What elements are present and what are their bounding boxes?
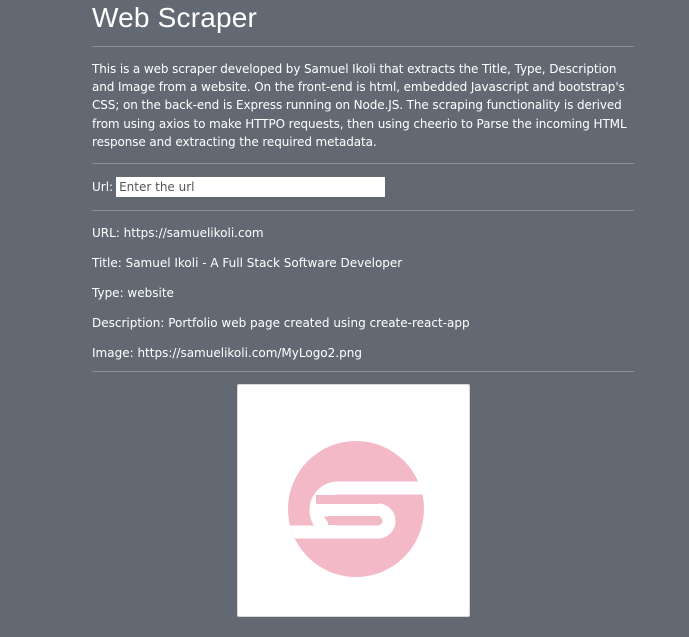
url-form: Url: (92, 164, 634, 210)
result-title: Title: Samuel Ikoli - A Full Stack Softw… (92, 256, 403, 271)
divider (92, 371, 634, 373)
results-panel: URL: https://samuelikoli.com Title: Samu… (92, 211, 634, 375)
url-input[interactable] (116, 177, 386, 198)
page-title: Web Scraper (92, 2, 258, 33)
divider (92, 46, 634, 47)
result-url: URL: https://samuelikoli.com (92, 226, 264, 241)
preview-image (237, 384, 470, 617)
result-type: Type: website (92, 286, 174, 301)
url-label: Url: (92, 180, 114, 195)
s-logo-icon (288, 441, 424, 577)
intro-text: This is a web scraper developed by Samue… (92, 62, 627, 149)
main-container: Web Scraper This is a web scraper develo… (92, 0, 634, 617)
result-description: Description: Portfolio web page created … (92, 316, 470, 331)
